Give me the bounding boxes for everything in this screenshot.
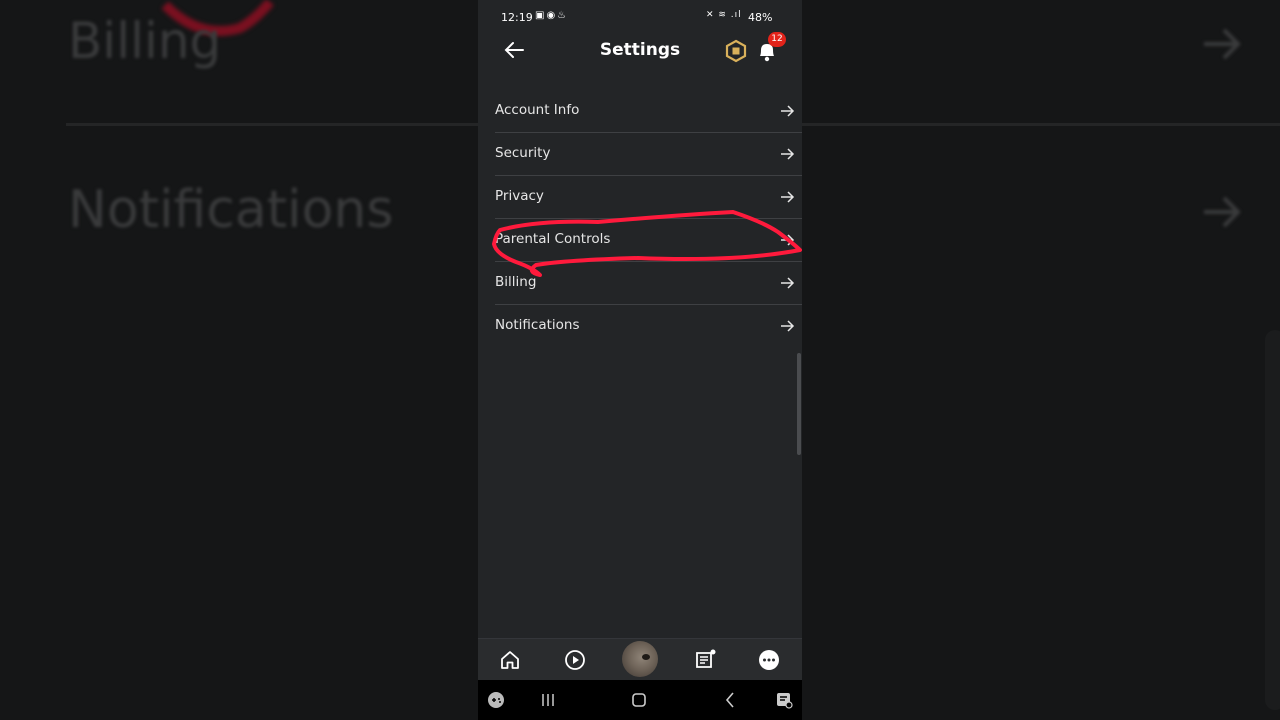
arrow-right-icon	[781, 105, 795, 117]
menu-item-billing[interactable]: Billing	[495, 262, 802, 305]
menu-item-label: Billing	[495, 274, 537, 290]
menu-item-label: Security	[495, 145, 551, 161]
background-arrow-icon	[1204, 196, 1241, 228]
home-button-icon[interactable]	[628, 690, 650, 710]
recent-apps-icon[interactable]	[537, 690, 559, 710]
arrow-right-icon	[781, 234, 795, 246]
arrow-right-icon	[781, 320, 795, 332]
arrow-right-icon	[781, 277, 795, 289]
menu-item-label: Privacy	[495, 188, 544, 204]
system-navigation-bar	[478, 680, 802, 720]
menu-item-parental-controls[interactable]: Parental Controls	[495, 219, 802, 262]
menu-item-label: Account Info	[495, 102, 580, 118]
menu-item-account-info[interactable]: Account Info	[495, 90, 802, 133]
keyboard-switch-icon[interactable]	[773, 690, 795, 710]
more-icon[interactable]	[756, 647, 782, 673]
scrollbar[interactable]	[797, 353, 801, 455]
status-notification-icons: ▣◉♨	[535, 10, 569, 21]
app-header: Settings 12	[478, 32, 802, 68]
menu-item-label: Parental Controls	[495, 231, 611, 247]
status-time: 12:19	[501, 11, 533, 24]
settings-menu: Account Info Security Privacy Parental C…	[478, 90, 802, 347]
background-arrow-icon	[1204, 28, 1241, 60]
status-bar: 12:19 ▣◉♨ ✕ ≋ .ıl 48%	[478, 0, 802, 34]
phone-screen: 12:19 ▣◉♨ ✕ ≋ .ıl 48% Settings 12 Accoun…	[478, 0, 802, 720]
status-signal-icons: ✕ ≋ .ıl	[706, 10, 742, 20]
avatar[interactable]	[622, 641, 658, 677]
arrow-right-icon	[781, 191, 795, 203]
background-notifications-text: Notifications	[68, 180, 394, 240]
menu-item-label: Notifications	[495, 317, 580, 333]
notification-badge: 12	[768, 32, 786, 47]
bottom-navigation	[478, 638, 802, 681]
menu-item-notifications[interactable]: Notifications	[495, 305, 802, 347]
home-icon[interactable]	[497, 647, 523, 673]
page-title: Settings	[599, 40, 681, 60]
background-billing-text: Billing	[68, 12, 222, 70]
status-battery: 48%	[748, 11, 773, 24]
avatar-detail	[642, 654, 650, 660]
play-icon[interactable]	[562, 647, 588, 673]
chat-icon[interactable]	[692, 647, 718, 673]
back-button-icon[interactable]	[719, 690, 741, 710]
background-scroll-edge	[1265, 330, 1280, 710]
game-launcher-icon[interactable]	[485, 690, 507, 710]
robux-icon[interactable]	[724, 39, 748, 63]
menu-item-privacy[interactable]: Privacy	[495, 176, 802, 219]
arrow-right-icon	[781, 148, 795, 160]
menu-item-security[interactable]: Security	[495, 133, 802, 176]
